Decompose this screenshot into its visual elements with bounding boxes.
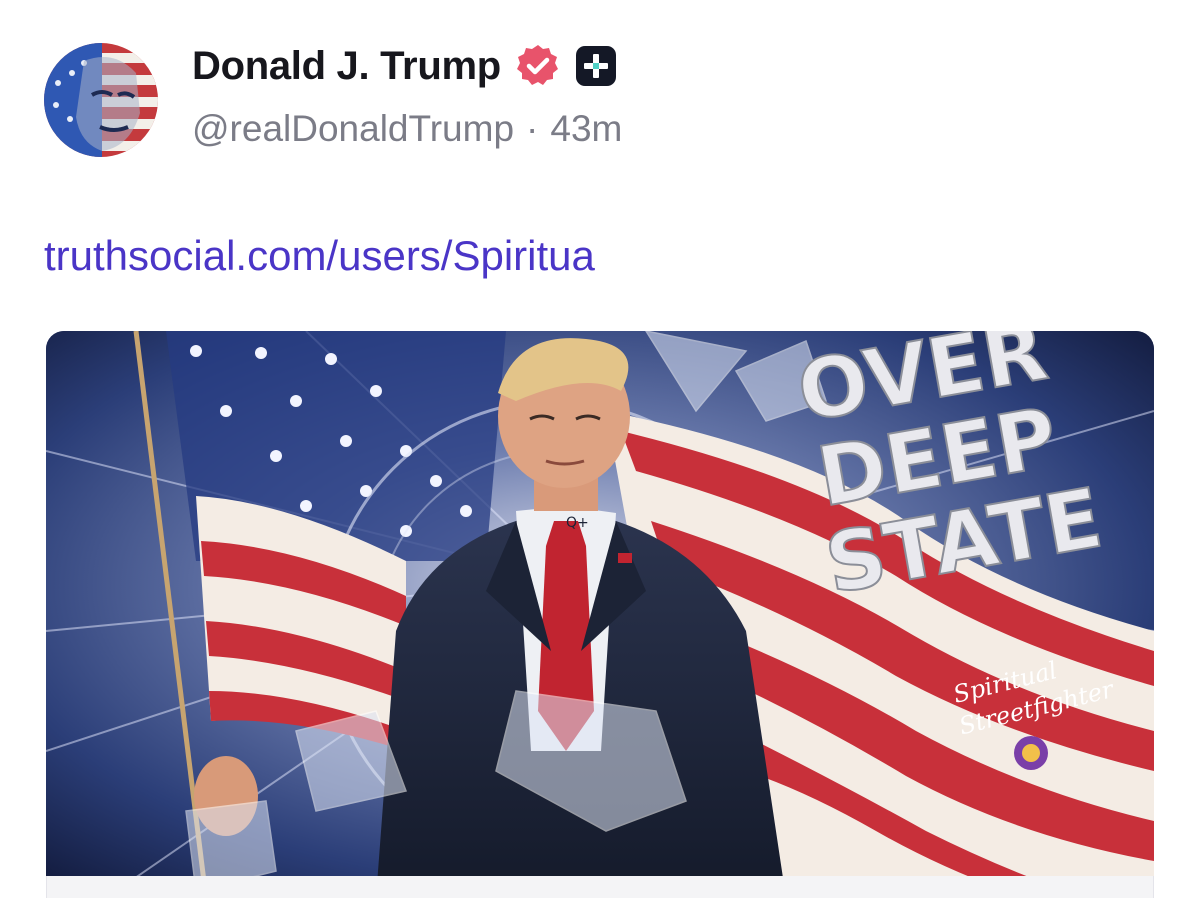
truth-post: Donald J. Trump @realDonaldTrump · 43m t… — [0, 0, 1200, 898]
author-handle[interactable]: @realDonaldTrump — [192, 108, 514, 150]
meta-separator: · — [526, 108, 539, 149]
link-card-footer — [46, 876, 1154, 898]
lapel-text: Q+ — [566, 515, 589, 531]
verified-badge-icon — [516, 45, 558, 85]
avatar[interactable] — [44, 43, 158, 157]
avatar-image — [44, 43, 158, 157]
post-timestamp[interactable]: 43m — [550, 108, 622, 150]
author-meta-row: @realDonaldTrump · 43m — [192, 108, 622, 150]
truth-plus-icon — [575, 46, 616, 86]
media-artwork: Q+ OVER DEEP STATE Spiritual Streetfight… — [46, 331, 1154, 898]
post-media-image[interactable]: Q+ OVER DEEP STATE Spiritual Streetfight… — [46, 331, 1154, 898]
post-link[interactable]: truthsocial.com/users/Spiritua — [44, 232, 595, 280]
author-name-row: Donald J. Trump — [192, 42, 617, 90]
author-display-name[interactable]: Donald J. Trump — [192, 44, 501, 89]
